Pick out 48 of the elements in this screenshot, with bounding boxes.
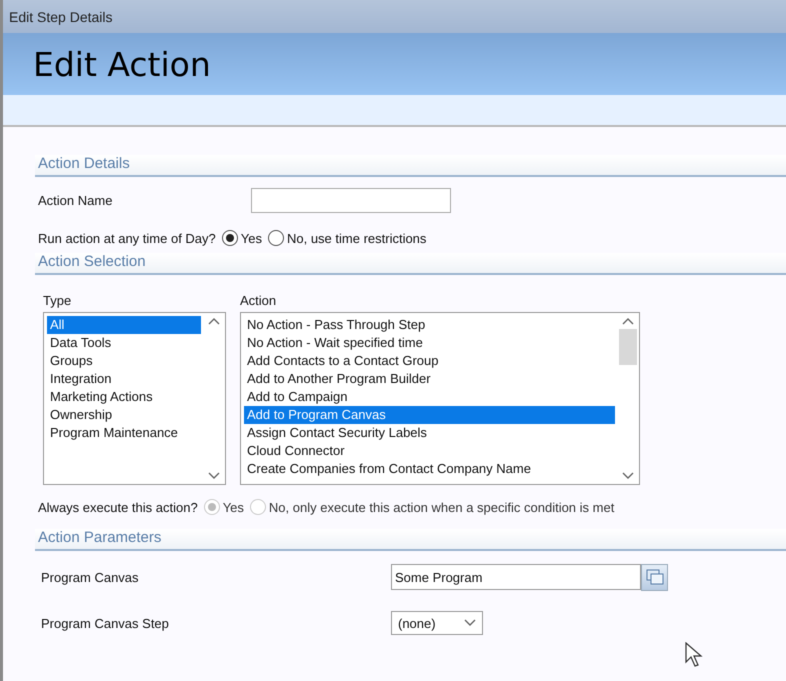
windows-icon [644, 567, 664, 587]
action-name-field[interactable] [251, 188, 451, 212]
list-item[interactable]: Cloud Connector [244, 442, 615, 460]
list-item[interactable]: Groups [47, 352, 201, 370]
field-label: Action Name [38, 192, 114, 208]
scroll-up-icon[interactable] [208, 317, 220, 325]
field-label: Program Canvas Step [41, 616, 170, 630]
list-item[interactable]: Program Maintenance [47, 424, 201, 442]
page-title: Edit Action [33, 44, 211, 84]
list-item[interactable]: All [47, 316, 201, 334]
list-box[interactable] [240, 312, 640, 485]
list-item[interactable]: Ownership [47, 406, 201, 424]
step-dropdown[interactable]: (none) [391, 611, 483, 635]
scroll-down-icon[interactable] [208, 472, 220, 480]
list-item[interactable]: Add to Campaign [244, 388, 615, 406]
list-label: Action [240, 293, 278, 308]
section-heading: Action Parameters [35, 529, 786, 551]
list-box[interactable]: All Data Tools Groups Integration Marketing Actions Ownership Program Maintenance [43, 312, 226, 485]
window-title: Edit Step Details [3, 0, 786, 33]
scroll-up-icon[interactable] [622, 317, 634, 325]
question-label: Always execute this action? [38, 500, 198, 514]
radio-button[interactable] [268, 230, 284, 246]
browse-button[interactable] [641, 564, 668, 590]
radio-button[interactable] [222, 230, 238, 246]
list-item[interactable]: Marketing Actions [47, 388, 201, 406]
scroll-thumb[interactable] [619, 329, 637, 365]
question-label: Run action at any time of Day? [38, 230, 216, 246]
radio-label: Yes [222, 500, 244, 514]
list-item[interactable]: No Action - Wait specified time [244, 334, 615, 352]
list-item[interactable]: No Action - Pass Through Step [244, 316, 615, 334]
list-item[interactable]: Assign Contact Security Labels [244, 424, 615, 442]
section-heading: Action Selection [35, 253, 786, 275]
list-item[interactable]: Data Tools [47, 334, 201, 352]
list-item[interactable]: Create Companies from Contact Company Name [244, 460, 615, 478]
radio-label: No, use time restrictions [286, 230, 426, 246]
list-item[interactable]: Add Contacts to a Contact Group [244, 352, 615, 370]
program-field[interactable]: Some Program [391, 564, 641, 590]
radio-label: Yes [240, 230, 262, 246]
list-item[interactable]: Add to Program Canvas [244, 406, 615, 424]
section-heading: Action Details [35, 155, 786, 177]
list-item[interactable]: Add to Another Program Builder [244, 370, 615, 388]
radio-option[interactable]: No, use time restrictions [268, 230, 426, 246]
field-label: Program Canvas [41, 570, 140, 584]
scroll-down-icon[interactable] [622, 472, 634, 480]
list-label: Type [43, 293, 72, 308]
list-item[interactable]: Integration [47, 370, 201, 388]
radio-option[interactable]: Yes [222, 230, 262, 246]
mouse-pointer-icon [685, 642, 703, 668]
